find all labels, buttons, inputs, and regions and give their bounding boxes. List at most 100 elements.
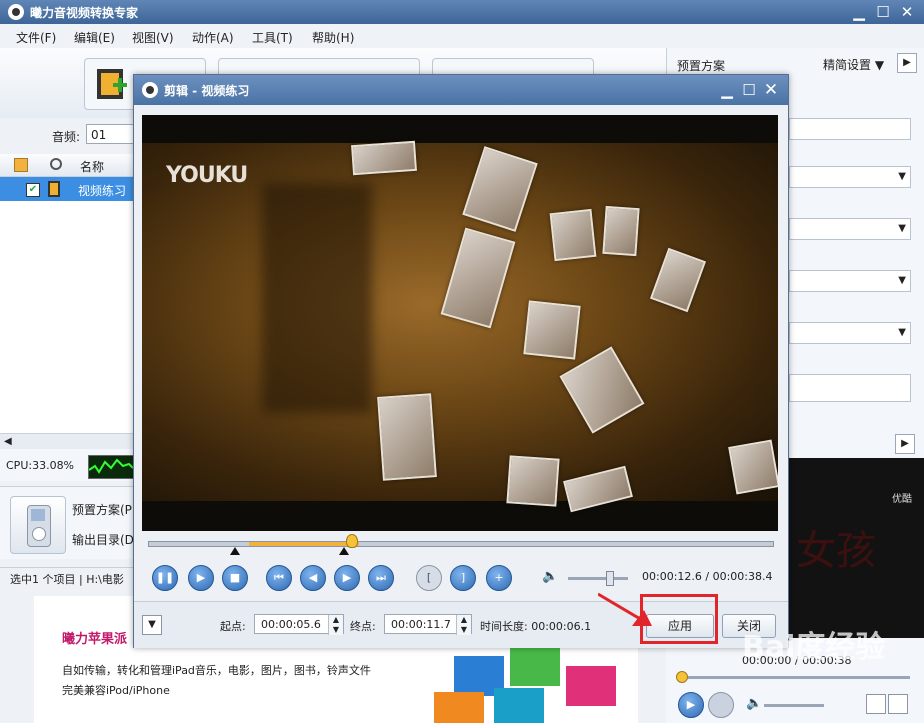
list-item[interactable]: ✔ 视频练习 (0, 177, 134, 201)
stop-button[interactable]: ■ (222, 565, 248, 591)
menu-tools[interactable]: 工具(T) (252, 29, 293, 46)
menu-action[interactable]: 动作(A) (192, 29, 234, 46)
dialog-titlebar: 剪辑 - 视频练习 ▁ ☐ ✕ (134, 75, 788, 105)
setting-combo-4[interactable]: ▼ (789, 322, 911, 344)
end-time-input[interactable]: 00:00:11.7 ▲ ▼ (384, 614, 472, 635)
preview-play-button[interactable]: ▶ (678, 692, 704, 718)
pause-button[interactable]: ❚❚ (152, 565, 178, 591)
clip-dialog: 剪辑 - 视频练习 ▁ ☐ ✕ YOUKU ❚❚ ▶ ■ ⏮ ◀ ▶ ⏭ []… (133, 74, 789, 648)
preview-seekbar[interactable] (680, 676, 910, 679)
start-time-input[interactable]: 00:00:05.6 ▲ ▼ (254, 614, 344, 635)
status-text: 选中1 个项目 | H:\电影 (10, 573, 124, 586)
setting-combo-3[interactable]: ▼ (789, 270, 911, 292)
annotation-arrow-icon (598, 592, 652, 626)
step-forward-button[interactable]: ▶ (334, 565, 360, 591)
menu-view[interactable]: 视图(V) (132, 29, 174, 46)
output-dir-label: 输出目录(D (72, 533, 134, 547)
horizontal-scrollbar[interactable]: ◀ (0, 433, 134, 450)
setting-combo-1[interactable]: ▼ (789, 166, 911, 188)
dialog-close-icon[interactable]: ✕ (762, 81, 780, 99)
setting-combo-2[interactable]: ▼ (789, 218, 911, 240)
cpu-graph (88, 455, 134, 479)
collapse-icon[interactable]: ▼ (142, 615, 162, 635)
audio-select[interactable]: 01 mpe (86, 124, 134, 144)
go-start-button[interactable]: ⏮ (266, 565, 292, 591)
end-time-value: 00:00:11.7 (391, 618, 451, 631)
row-checkbox[interactable]: ✔ (26, 183, 40, 197)
end-spinner-icon[interactable]: ▲ ▼ (456, 615, 471, 635)
play-selection-button[interactable]: ▶ (188, 565, 214, 591)
setting-field-1[interactable] (789, 118, 911, 140)
playhead[interactable] (346, 534, 358, 548)
minimize-icon[interactable]: ▁ (850, 3, 868, 21)
export-frame-button[interactable]: + (486, 565, 512, 591)
ipod-device-icon[interactable] (10, 496, 66, 554)
set-end-button[interactable]: ] (450, 565, 476, 591)
chevron-down-icon: ▼ (898, 327, 906, 338)
ad-line2: 完美兼容iPod/iPhone (62, 684, 170, 697)
menu-file[interactable]: 文件(F) (16, 29, 56, 46)
snapshot-icon[interactable] (866, 694, 886, 714)
audio-row: 音频: 01 mpe (0, 118, 134, 154)
play-right-icon[interactable]: ▶ (895, 434, 915, 454)
simple-settings-toggle[interactable]: 精简设置 ▼ (823, 56, 884, 73)
preset-heading: 预置方案 (677, 59, 726, 73)
end-label: 终点: (350, 620, 376, 633)
preview-brand: 优酷 (892, 494, 912, 505)
status-column-icon (50, 158, 62, 170)
chevron-down-icon: ▼ (898, 275, 906, 286)
dialog-maximize-icon[interactable]: ☐ (740, 81, 758, 99)
preview-volume-slider[interactable] (764, 704, 824, 707)
video-file-icon (48, 181, 60, 197)
simple-settings-label: 精简设置 (823, 58, 872, 72)
dialog-minimize-icon[interactable]: ▁ (718, 81, 736, 99)
volume-slider[interactable] (568, 577, 628, 580)
preview-seek-knob[interactable] (676, 671, 688, 683)
volume-knob[interactable] (606, 571, 614, 586)
volume-icon[interactable]: 🔈 (542, 569, 558, 584)
app-cubes-icon (434, 646, 616, 723)
time-display: 00:00:12.6 / 00:00:38.4 (642, 570, 773, 583)
volume-icon[interactable]: 🔈 (746, 696, 762, 711)
video-preview[interactable]: YOUKU (142, 115, 778, 531)
dialog-logo-icon (142, 82, 158, 98)
close-icon[interactable]: ✕ (898, 3, 916, 21)
select-all-checkbox[interactable] (14, 158, 28, 172)
chevron-down-icon: ▼ (898, 171, 906, 182)
file-name: 视频练习 (78, 184, 127, 198)
app-title: 曦力音视频转换专家 (30, 6, 139, 20)
expand-right-icon[interactable]: ▶ (897, 53, 917, 73)
start-spinner-icon[interactable]: ▲ ▼ (328, 615, 343, 635)
cpu-usage: CPU:33.08% (6, 459, 75, 472)
step-back-button[interactable]: ◀ (300, 565, 326, 591)
main-titlebar: 曦力音视频转换专家 ▁ ☐ ✕ (0, 0, 924, 24)
go-end-button[interactable]: ⏭ (368, 565, 394, 591)
clip-timeline[interactable] (148, 541, 774, 547)
camera-icon[interactable] (888, 694, 908, 714)
set-start-button[interactable]: [ (416, 565, 442, 591)
column-name[interactable]: 名称 (80, 158, 104, 175)
audio-label: 音频: (52, 130, 81, 144)
preview-panel: 优酷 女孩 (786, 458, 924, 638)
ad-title: 曦力苹果派 (62, 632, 128, 647)
preview-frame: 女孩 (796, 528, 876, 574)
start-time-value: 00:00:05.6 (261, 618, 321, 631)
video-frame: YOUKU (142, 140, 778, 513)
start-marker[interactable] (230, 547, 240, 555)
add-video-icon (97, 69, 127, 99)
dialog-title: 剪辑 - 视频练习 (164, 84, 250, 98)
duration-text: 时间长度: 00:00:06.1 (480, 620, 592, 633)
menu-edit[interactable]: 编辑(E) (74, 29, 115, 46)
setting-field-2[interactable] (789, 374, 911, 402)
file-list-area (0, 201, 134, 433)
preview-stop-button[interactable] (708, 692, 734, 718)
start-label: 起点: (220, 620, 246, 633)
baidu-watermark: Bai度经验 (742, 630, 886, 665)
end-marker[interactable] (339, 547, 349, 555)
app-logo-icon (8, 4, 24, 20)
menu-help[interactable]: 帮助(H) (312, 29, 354, 46)
selected-range (249, 542, 359, 546)
scroll-left-icon[interactable]: ◀ (4, 436, 12, 447)
maximize-icon[interactable]: ☐ (874, 3, 892, 21)
chevron-down-icon: ▼ (874, 58, 885, 72)
